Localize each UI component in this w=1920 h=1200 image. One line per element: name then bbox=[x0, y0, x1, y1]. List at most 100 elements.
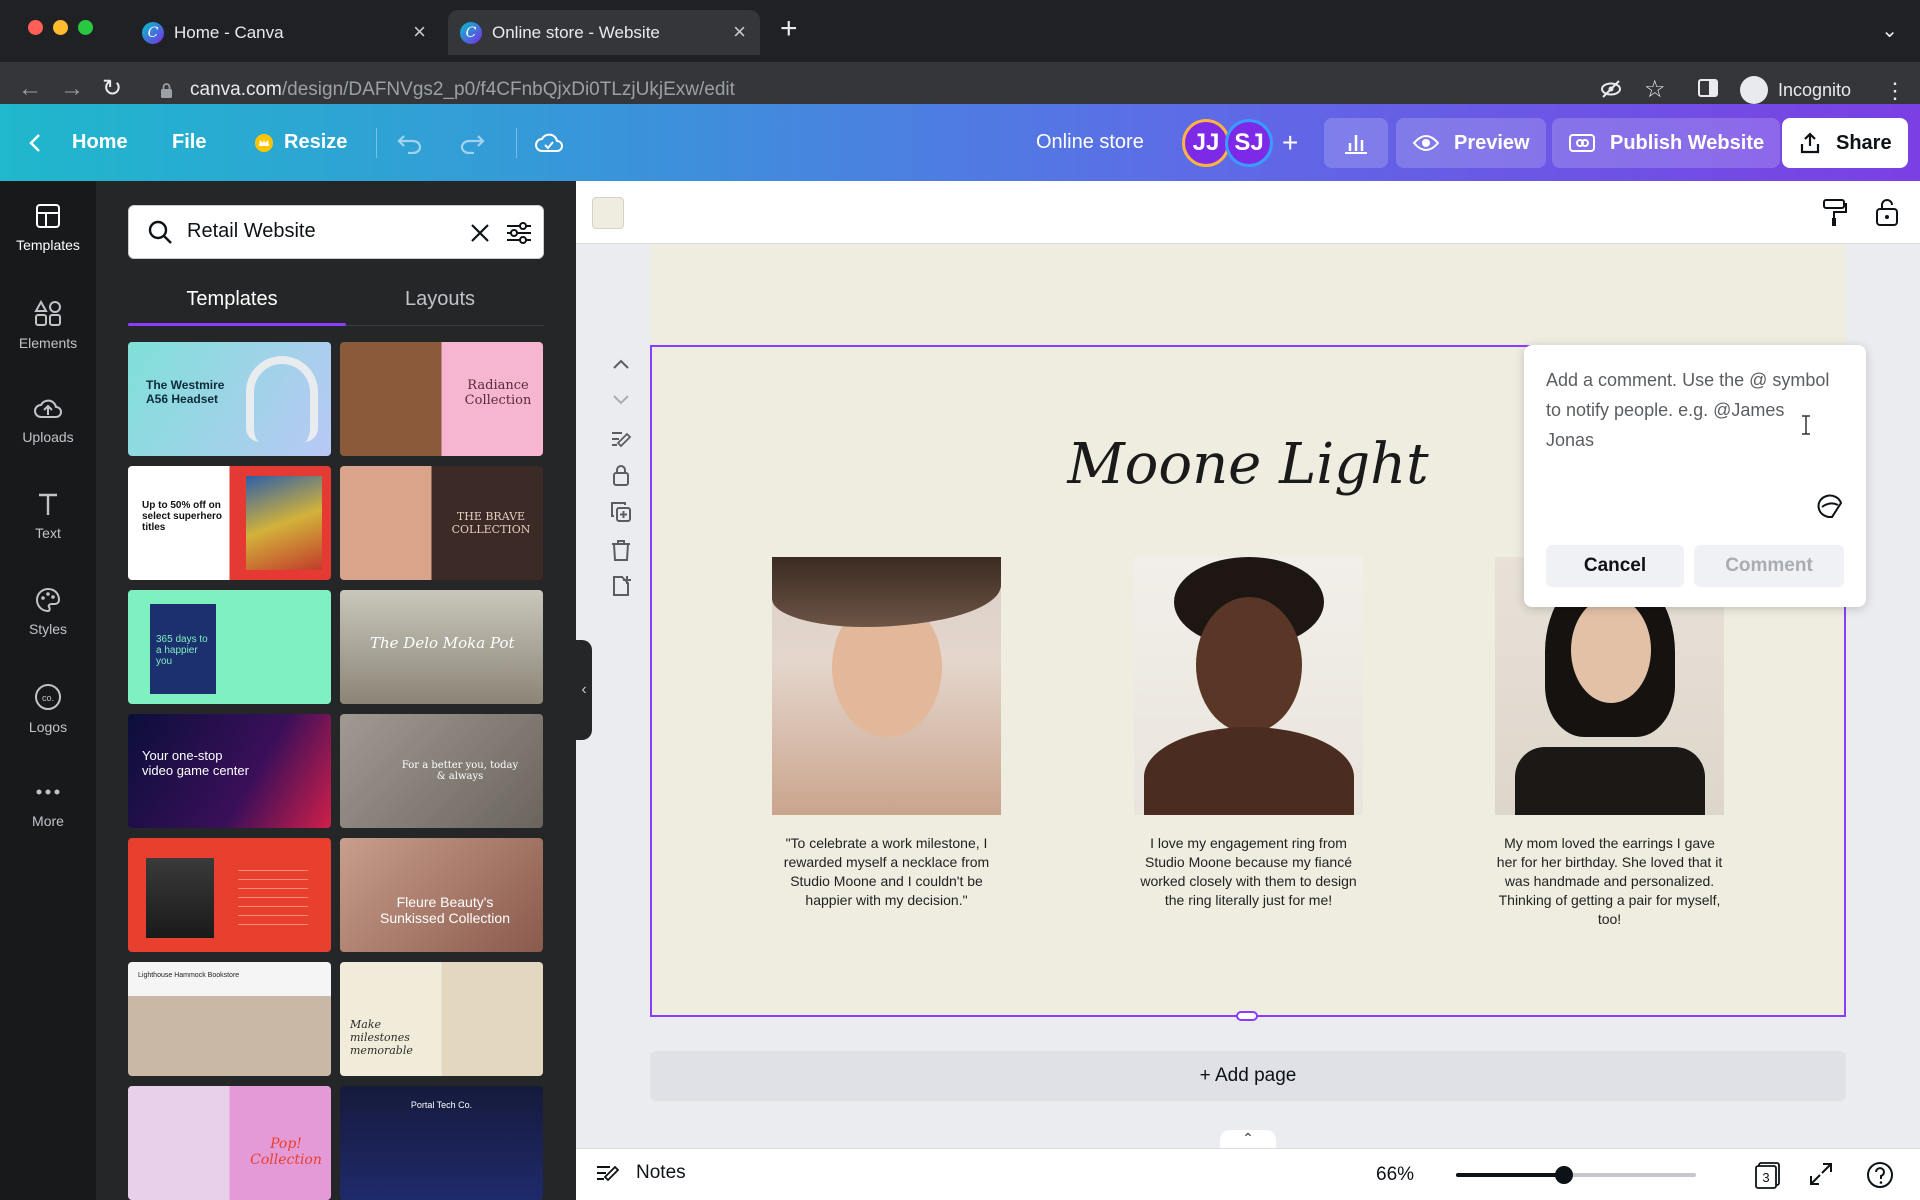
template-thumbnail[interactable]: Radiance Collection bbox=[340, 342, 543, 456]
incognito-profile-button[interactable]: Incognito bbox=[1740, 76, 1851, 104]
template-thumbnail[interactable] bbox=[128, 838, 331, 952]
template-thumbnail[interactable]: Pop! Collection bbox=[128, 1086, 331, 1200]
side-panel-icon[interactable] bbox=[1698, 78, 1718, 104]
back-arrow-icon[interactable]: ← bbox=[18, 74, 42, 104]
page-resize-handle[interactable] bbox=[1236, 1011, 1258, 1021]
template-thumbnail-text: Portal Tech Co. bbox=[410, 1100, 473, 1110]
lock-icon[interactable] bbox=[160, 83, 173, 98]
testimonial-quote-1[interactable]: "To celebrate a work milestone, I reward… bbox=[772, 834, 1001, 910]
edit-notes-icon[interactable] bbox=[609, 427, 633, 451]
rail-item-text[interactable]: Text bbox=[0, 469, 96, 559]
browser-menu-icon[interactable]: ⋮ bbox=[1884, 78, 1906, 104]
reload-icon[interactable]: ↻ bbox=[102, 74, 122, 104]
comment-input[interactable] bbox=[1546, 365, 1836, 485]
template-thumbnail[interactable]: Fleure Beauty's Sunkissed Collection bbox=[340, 838, 543, 952]
duplicate-page-icon[interactable] bbox=[609, 500, 633, 524]
bookmark-star-icon[interactable]: ☆ bbox=[1644, 75, 1666, 104]
close-tab-icon[interactable]: × bbox=[733, 19, 746, 45]
tab-layouts[interactable]: Layouts bbox=[336, 277, 544, 327]
show-pages-chevron-icon[interactable]: ⌃ bbox=[1220, 1130, 1276, 1150]
search-icon[interactable] bbox=[147, 219, 173, 245]
template-thumbnail[interactable]: Make milestones memorable bbox=[340, 962, 543, 1076]
analytics-button[interactable] bbox=[1324, 118, 1388, 168]
document-title[interactable]: Online store bbox=[1036, 104, 1144, 181]
share-button[interactable]: Share bbox=[1782, 118, 1908, 168]
close-tab-icon[interactable]: × bbox=[413, 19, 426, 45]
templates-panel: Templates Layouts The Westmire A56 Heads… bbox=[96, 181, 576, 1200]
cancel-comment-button[interactable]: Cancel bbox=[1546, 545, 1684, 587]
previous-page-section[interactable] bbox=[650, 244, 1846, 344]
resize-button[interactable]: Resize bbox=[254, 104, 347, 181]
rail-item-styles[interactable]: Styles bbox=[0, 565, 96, 655]
template-thumbnail-text: Lighthouse Hammock Bookstore bbox=[138, 972, 240, 979]
testimonial-quote-3[interactable]: My mom loved the earrings I gave her for… bbox=[1495, 834, 1724, 929]
add-page-icon[interactable] bbox=[609, 574, 633, 598]
zoom-percentage[interactable]: 66% bbox=[1376, 1164, 1414, 1186]
help-question-icon[interactable] bbox=[1866, 1161, 1894, 1194]
hair-shape bbox=[772, 557, 1001, 627]
delete-page-trash-icon[interactable] bbox=[609, 538, 633, 562]
header-divider bbox=[516, 128, 517, 158]
testimonial-photo-1[interactable] bbox=[772, 557, 1001, 815]
rail-item-logos[interactable]: co. Logos bbox=[0, 661, 96, 751]
window-zoom-dot[interactable] bbox=[78, 20, 93, 35]
home-button[interactable]: Home bbox=[28, 104, 128, 181]
template-thumbnail[interactable]: THE BRAVE COLLECTION bbox=[340, 466, 543, 580]
publish-website-button[interactable]: Publish Website bbox=[1552, 118, 1781, 168]
notes-button[interactable]: Notes bbox=[596, 1162, 686, 1184]
browser-tab-online-store[interactable]: C Online store - Website × bbox=[448, 10, 760, 55]
zoom-slider-knob[interactable] bbox=[1555, 1166, 1573, 1184]
collapse-panel-chevron-icon[interactable]: ‹ bbox=[576, 640, 592, 740]
template-thumbnail[interactable]: For a better you, today & always bbox=[340, 714, 543, 828]
template-thumbnail[interactable]: The Westmire A56 Headset bbox=[128, 342, 331, 456]
template-search-box[interactable] bbox=[128, 205, 544, 259]
window-minimize-dot[interactable] bbox=[53, 20, 68, 35]
styles-icon bbox=[36, 587, 61, 613]
search-input[interactable] bbox=[187, 220, 447, 243]
add-page-button[interactable]: + Add page bbox=[650, 1051, 1846, 1101]
rail-item-more[interactable]: More bbox=[0, 757, 96, 847]
template-thumbnail[interactable]: Your one-stop video game center bbox=[128, 714, 331, 828]
background-color-swatch[interactable] bbox=[592, 197, 624, 229]
rail-item-templates[interactable]: Templates bbox=[0, 181, 96, 271]
template-thumbnail[interactable]: Portal Tech Co. bbox=[340, 1086, 543, 1200]
fullscreen-expand-icon[interactable] bbox=[1808, 1161, 1834, 1192]
preview-button[interactable]: Preview bbox=[1396, 118, 1546, 168]
avatar-jj[interactable]: JJ bbox=[1182, 119, 1230, 167]
template-thumbnail[interactable]: Up to 50% off on select superhero titles bbox=[128, 466, 331, 580]
tab-templates[interactable]: Templates bbox=[128, 277, 336, 327]
testimonial-photo-2[interactable] bbox=[1134, 557, 1363, 815]
move-page-up-chevron-icon[interactable] bbox=[609, 352, 633, 376]
window-close-dot[interactable] bbox=[28, 20, 43, 35]
move-page-down-chevron-icon[interactable] bbox=[609, 388, 633, 412]
zoom-slider[interactable] bbox=[1456, 1166, 1696, 1184]
clear-search-icon[interactable] bbox=[469, 222, 491, 244]
tab-search-chevron-icon[interactable]: ⌄ bbox=[1881, 18, 1898, 43]
submit-comment-button[interactable]: Comment bbox=[1694, 545, 1844, 587]
file-menu-button[interactable]: File bbox=[172, 104, 206, 181]
avatar-sj[interactable]: SJ bbox=[1225, 119, 1273, 167]
page-count-button[interactable]: 3 bbox=[1754, 1161, 1782, 1194]
rail-item-elements[interactable]: Elements bbox=[0, 277, 96, 367]
preview-label: Preview bbox=[1454, 131, 1530, 154]
template-thumbnail[interactable]: Lighthouse Hammock Bookstore bbox=[128, 962, 331, 1076]
eye-off-icon[interactable] bbox=[1600, 78, 1622, 106]
sticker-icon[interactable] bbox=[1816, 493, 1844, 519]
unlock-icon[interactable] bbox=[1874, 197, 1900, 227]
filter-sliders-icon[interactable] bbox=[506, 221, 532, 245]
url-field[interactable]: canva.com/design/DAFNVgs2_p0/f4CFnbQjxDi… bbox=[190, 79, 735, 101]
browser-tab-home[interactable]: C Home - Canva × bbox=[130, 10, 440, 55]
template-thumbnail[interactable]: 365 days to a happier you bbox=[128, 590, 331, 704]
template-thumbnail[interactable]: The Delo Moka Pot bbox=[340, 590, 543, 704]
bar-chart-icon bbox=[1345, 135, 1367, 154]
lock-page-icon[interactable] bbox=[609, 463, 633, 487]
new-tab-plus-icon[interactable]: + bbox=[780, 14, 798, 44]
cloud-save-icon[interactable] bbox=[534, 104, 574, 181]
paint-roller-icon[interactable] bbox=[1822, 198, 1848, 228]
forward-arrow-icon[interactable]: → bbox=[60, 74, 84, 104]
testimonial-quote-2[interactable]: I love my engagement ring from Studio Mo… bbox=[1134, 834, 1363, 910]
add-collaborator-plus-icon[interactable]: + bbox=[1282, 104, 1298, 181]
undo-icon[interactable] bbox=[396, 104, 434, 181]
rail-item-uploads[interactable]: Uploads bbox=[0, 373, 96, 463]
redo-icon[interactable] bbox=[458, 104, 496, 181]
